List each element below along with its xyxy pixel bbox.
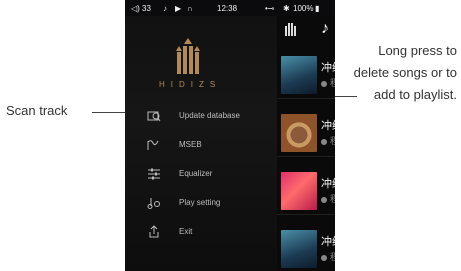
song-title: 冲绳 (321, 178, 335, 190)
song-row[interactable]: 冲绳 程 (277, 112, 335, 157)
menu-item-play-setting[interactable]: Play setting (147, 196, 277, 214)
menu-label-equalizer: Equalizer (179, 169, 213, 178)
menu-item-update-database[interactable]: Update database (147, 109, 277, 127)
music-note-icon: ♪ (163, 4, 167, 13)
device-screen: ◁) 33 ♪ ▶ ∩ 12:38 •⊸ ✱ 100% ▮ HIDIZS Upd… (125, 0, 335, 271)
album-art (281, 172, 317, 210)
status-bar: ◁) 33 ♪ ▶ ∩ 12:38 •⊸ ✱ 100% ▮ (125, 0, 335, 16)
song-row[interactable]: 冲绳 程 (277, 54, 335, 99)
song-artist-text: 程 (330, 252, 335, 262)
play-icon: ▶ (175, 4, 182, 13)
menu-item-mseb[interactable]: MSEB (147, 138, 277, 156)
hidizs-small-logo-icon (285, 23, 296, 36)
scan-track-icon (147, 111, 161, 122)
menu-item-equalizer[interactable]: Equalizer (147, 167, 277, 185)
menu-label-play-setting: Play setting (179, 198, 221, 207)
volume-indicator: ◁) 33 (131, 4, 151, 13)
song-artist: 程 (321, 192, 335, 205)
mseb-icon (147, 140, 159, 150)
battery-percent: 100% (293, 4, 314, 13)
menu-label-mseb: MSEB (179, 140, 202, 149)
callout-line-1: Long press to (378, 43, 457, 58)
song-row[interactable]: 冲绳 程 (277, 228, 335, 271)
battery-icon: ▮ (315, 4, 320, 13)
status-dot-icon (321, 80, 327, 87)
song-title: 冲绳 (321, 236, 335, 248)
album-art (281, 56, 317, 94)
song-list: ♪ 冲绳 程 冲绳 程 冲绳 程 冲绳 程 (277, 16, 335, 271)
callout-line-2: delete songs or to (353, 65, 457, 80)
menu-item-exit[interactable]: Exit (147, 225, 277, 243)
side-drawer-menu: HIDIZS Update database MSEB Equalizer Pl… (125, 16, 277, 271)
song-artist-text: 程 (330, 194, 335, 204)
hidizs-logo-icon (176, 38, 200, 74)
music-note-icon: ♪ (321, 20, 329, 37)
song-artist: 程 (321, 134, 335, 147)
album-art (281, 114, 317, 152)
status-dot-icon (321, 254, 327, 261)
brand-name: HIDIZS (159, 80, 222, 89)
play-setting-icon (147, 198, 160, 209)
status-time: 12:38 (217, 4, 238, 13)
scan-track-callout: Scan track (6, 103, 68, 118)
song-artist: 程 (321, 250, 335, 263)
menu-label-update-database: Update database (179, 111, 240, 120)
exit-icon (149, 225, 159, 238)
song-artist-text: 程 (330, 136, 335, 146)
callout-line-3: add to playlist. (373, 87, 457, 102)
equalizer-icon (148, 168, 160, 180)
song-title: 冲绳 (321, 62, 335, 74)
bluetooth-icon: ✱ (283, 4, 290, 13)
album-art (281, 230, 317, 268)
headphone-icon: ∩ (187, 4, 193, 13)
song-title: 冲绳 (321, 120, 335, 132)
menu-label-exit: Exit (179, 227, 193, 236)
song-row[interactable]: 冲绳 程 (277, 170, 335, 215)
song-artist: 程 (321, 76, 335, 89)
status-dot-icon (321, 138, 327, 145)
song-artist-text: 程 (330, 78, 335, 88)
usb-icon: •⊸ (265, 4, 275, 13)
status-dot-icon (321, 196, 327, 203)
